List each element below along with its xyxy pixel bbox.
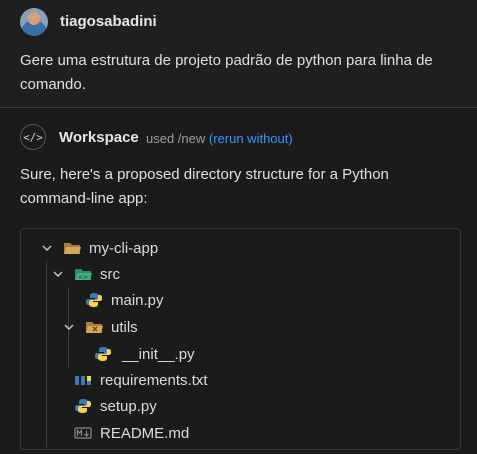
chevron-down-icon — [64, 324, 74, 330]
tree-item-label: src — [100, 265, 120, 283]
tree-item-setup-py[interactable]: setup.py — [74, 393, 157, 419]
python-icon — [75, 399, 91, 413]
tree-item-label: my-cli-app — [89, 239, 159, 257]
tree-item-label: __init__.py — [122, 345, 195, 363]
username: tiagosabadini — [60, 13, 157, 30]
user-message: Gere uma estrutura de projeto padrão de … — [20, 52, 433, 93]
folder-open-icon — [64, 243, 81, 254]
chevron-down-icon — [42, 245, 52, 251]
markdown-icon — [74, 427, 92, 439]
file-tree: my-cli-app <> src main.py utils __init__… — [20, 228, 461, 450]
tree-item-utils[interactable]: utils — [63, 314, 138, 340]
python-icon — [86, 293, 102, 307]
avatar — [20, 8, 48, 36]
user-message-block: tiagosabadini Gere uma estrutura de proj… — [0, 0, 477, 108]
svg-text:<>: <> — [78, 274, 88, 281]
tree-item-requirements-txt[interactable]: requirements.txt — [74, 367, 208, 393]
tree-item-label: requirements.txt — [100, 371, 208, 389]
folder-utils-icon — [86, 322, 103, 333]
rerun-without-link[interactable]: (rerun without) — [209, 131, 293, 146]
pip-icon — [75, 376, 91, 385]
command-used: used /new — [146, 131, 206, 146]
tree-item-label: utils — [111, 318, 138, 336]
agent-name: Workspace — [59, 129, 139, 146]
tree-item-readme-md[interactable]: README.md — [74, 420, 189, 446]
folder-src-icon: <> — [75, 269, 92, 281]
indent-guide — [46, 261, 47, 447]
assistant-reply: Sure, here's a proposed directory struct… — [20, 166, 389, 207]
chevron-down-icon — [53, 271, 63, 277]
tree-item-my-cli-app[interactable]: my-cli-app — [41, 235, 158, 261]
agent-meta: used /new (rerun without) — [146, 131, 293, 146]
python-icon — [95, 347, 111, 361]
tree-item-src[interactable]: <> src — [52, 261, 120, 287]
tree-item-label: main.py — [111, 291, 164, 309]
tree-item-init-py[interactable]: __init__.py — [94, 341, 195, 367]
code-icon: </> — [20, 124, 46, 150]
tree-item-label: README.md — [100, 424, 190, 442]
tree-item-main-py[interactable]: main.py — [85, 287, 164, 313]
tree-item-label: setup.py — [100, 397, 157, 415]
